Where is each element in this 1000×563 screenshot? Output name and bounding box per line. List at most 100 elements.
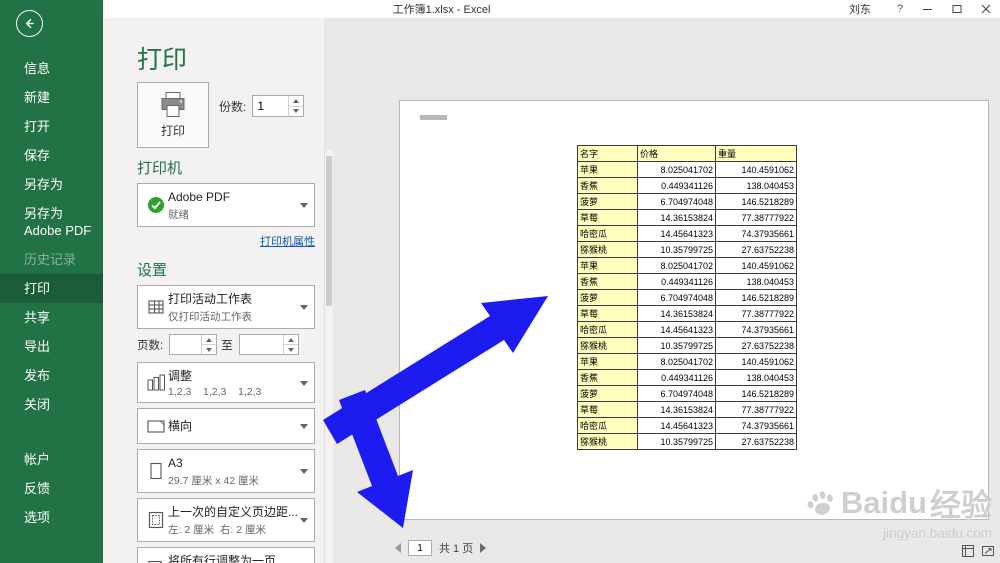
backstage-sidebar: 信息新建打开保存另存为另存为 Adobe PDF历史记录打印共享导出发布关闭 帐… xyxy=(0,0,103,563)
minimize-button[interactable] xyxy=(913,0,942,18)
pages-to-input[interactable] xyxy=(240,335,283,354)
sidebar-items-top: 信息新建打开保存另存为另存为 Adobe PDF历史记录打印共享导出发布关闭 xyxy=(0,54,103,419)
print-what-dropdown[interactable]: 打印活动工作表 仅打印活动工作表 xyxy=(137,285,315,329)
sidebar-item-save-as-adobe-pdf[interactable]: 另存为 Adobe PDF xyxy=(0,199,103,245)
preview-table-head: 名字价格重量 xyxy=(578,146,797,162)
table-row: 哈密瓜14.4564132374.37935661 xyxy=(578,226,797,242)
scaling-dropdown[interactable]: 将所有行调整为一页 缩减打印输出使其只有... xyxy=(137,547,315,563)
paper-size-dropdown[interactable]: A3 29.7 厘米 x 42 厘米 xyxy=(137,449,315,493)
sidebar-item-share[interactable]: 共享 xyxy=(0,303,103,332)
fit-to-page-icon xyxy=(143,559,168,563)
print-button-label: 打印 xyxy=(161,122,185,139)
sidebar-item-options[interactable]: 选项 xyxy=(0,503,103,532)
minimize-icon xyxy=(923,4,933,14)
pages-from-increment[interactable] xyxy=(202,335,216,345)
baidu-watermark: Baidu 经验 jingyan.baidu.com xyxy=(804,480,992,541)
table-cell-value: 14.36153824 xyxy=(638,306,716,322)
table-cell-value: 0.449341126 xyxy=(638,370,716,386)
paper-size-icon xyxy=(143,461,168,481)
settings-scrollbar[interactable] xyxy=(324,150,333,563)
zoom-to-page-button[interactable] xyxy=(980,543,995,558)
close-button[interactable] xyxy=(971,0,1000,18)
maximize-button[interactable] xyxy=(942,0,971,18)
collation-dropdown[interactable]: 调整 1,2,3 1,2,3 1,2,3 xyxy=(137,362,315,403)
table-row: 哈密瓜14.4564132374.37935661 xyxy=(578,418,797,434)
table-cell-value: 10.35799725 xyxy=(638,242,716,258)
copies-decrement-button[interactable] xyxy=(289,107,303,117)
table-cell-value: 146.5218289 xyxy=(716,290,797,306)
table-cell-name: 苹果 xyxy=(578,354,638,370)
sidebar-item-close[interactable]: 关闭 xyxy=(0,390,103,419)
table-cell-value: 27.63752238 xyxy=(716,338,797,354)
chevron-down-icon xyxy=(300,424,308,429)
copies-increment-button[interactable] xyxy=(289,96,303,107)
pages-from-input[interactable] xyxy=(170,335,201,354)
current-page-input[interactable] xyxy=(408,540,432,556)
table-row: 苹果8.025041702140.4591062 xyxy=(578,162,797,178)
previous-page-icon[interactable] xyxy=(395,543,401,553)
table-cell-value: 140.4591062 xyxy=(716,354,797,370)
watermark-suffix: 经验 xyxy=(930,480,992,525)
next-page-icon[interactable] xyxy=(480,543,486,553)
table-row: 菠萝6.704974048146.5218289 xyxy=(578,290,797,306)
sidebar-item-new[interactable]: 新建 xyxy=(0,83,103,112)
maximize-icon xyxy=(952,4,962,14)
sidebar-item-history: 历史记录 xyxy=(0,245,103,274)
sidebar-item-save[interactable]: 保存 xyxy=(0,141,103,170)
preview-table-body: 苹果8.025041702140.4591062香蕉0.449341126138… xyxy=(578,162,797,450)
printer-status: 就绪 xyxy=(168,207,296,222)
excel-backstage-window: 工作簿1.xlsx - Excel 刘东 ? 信息新建打开保存另存为另存为 Ad… xyxy=(0,0,1000,563)
print-preview-area: 名字价格重量 苹果8.025041702140.4591062香蕉0.44934… xyxy=(333,18,1000,563)
paw-icon xyxy=(800,482,841,523)
table-cell-value: 6.704974048 xyxy=(638,290,716,306)
show-margins-button[interactable] xyxy=(960,543,975,558)
table-cell-value: 6.704974048 xyxy=(638,194,716,210)
pages-from-stepper xyxy=(169,334,217,355)
table-header-cell: 价格 xyxy=(638,146,716,162)
sidebar-item-feedback[interactable]: 反馈 xyxy=(0,474,103,503)
table-cell-value: 14.36153824 xyxy=(638,210,716,226)
pages-to-decrement[interactable] xyxy=(284,345,298,354)
margins-sublabel: 左: 2 厘米 右: 2 厘米 xyxy=(168,522,296,537)
printer-dropdown[interactable]: Adobe PDF 就绪 xyxy=(137,183,315,227)
table-row: 草莓14.3615382477.38777922 xyxy=(578,402,797,418)
pages-to-increment[interactable] xyxy=(284,335,298,345)
sidebar-item-info[interactable]: 信息 xyxy=(0,54,103,83)
sidebar-item-open[interactable]: 打开 xyxy=(0,112,103,141)
copies-input[interactable] xyxy=(253,96,288,116)
table-cell-value: 77.38777922 xyxy=(716,402,797,418)
spin-down-icon xyxy=(206,348,212,352)
table-cell-name: 猕猴桃 xyxy=(578,338,638,354)
table-row: 苹果8.025041702140.4591062 xyxy=(578,258,797,274)
titlebar: 工作簿1.xlsx - Excel 刘东 ? xyxy=(103,0,1000,18)
collation-label: 调整 xyxy=(168,369,192,383)
pages-from-decrement[interactable] xyxy=(202,345,216,354)
print-button[interactable]: 打印 xyxy=(137,82,209,148)
help-icon[interactable]: ? xyxy=(887,0,913,18)
paper-size-sublabel: 29.7 厘米 x 42 厘米 xyxy=(168,473,296,488)
table-row: 猕猴桃10.3579972527.63752238 xyxy=(578,434,797,450)
user-account-button[interactable]: 刘东 xyxy=(849,1,871,17)
table-cell-name: 哈密瓜 xyxy=(578,322,638,338)
table-row: 菠萝6.704974048146.5218289 xyxy=(578,386,797,402)
back-button[interactable] xyxy=(16,10,43,37)
collated-pages-icon xyxy=(143,373,168,393)
sidebar-item-save-as[interactable]: 另存为 xyxy=(0,170,103,199)
printer-properties-link[interactable]: 打印机属性 xyxy=(260,236,315,248)
sidebar-item-publish[interactable]: 发布 xyxy=(0,361,103,390)
sidebar-item-export[interactable]: 导出 xyxy=(0,332,103,361)
print-what-sublabel: 仅打印活动工作表 xyxy=(168,309,296,324)
orientation-dropdown[interactable]: 横向 xyxy=(137,408,315,444)
scrollbar-thumb[interactable] xyxy=(326,156,332,306)
settings-section-title: 设置 xyxy=(137,259,324,280)
table-cell-value: 74.37935661 xyxy=(716,322,797,338)
sidebar-item-print[interactable]: 打印 xyxy=(0,274,103,303)
table-cell-value: 138.040453 xyxy=(716,274,797,290)
table-cell-value: 74.37935661 xyxy=(716,418,797,434)
margins-dropdown[interactable]: 上一次的自定义页边距... 左: 2 厘米 右: 2 厘米 xyxy=(137,498,315,542)
page-title: 打印 xyxy=(137,40,324,76)
printer-name: Adobe PDF xyxy=(168,190,230,204)
table-row: 猕猴桃10.3579972527.63752238 xyxy=(578,242,797,258)
sidebar-item-account[interactable]: 帐户 xyxy=(0,445,103,474)
table-row: 苹果8.025041702140.4591062 xyxy=(578,354,797,370)
